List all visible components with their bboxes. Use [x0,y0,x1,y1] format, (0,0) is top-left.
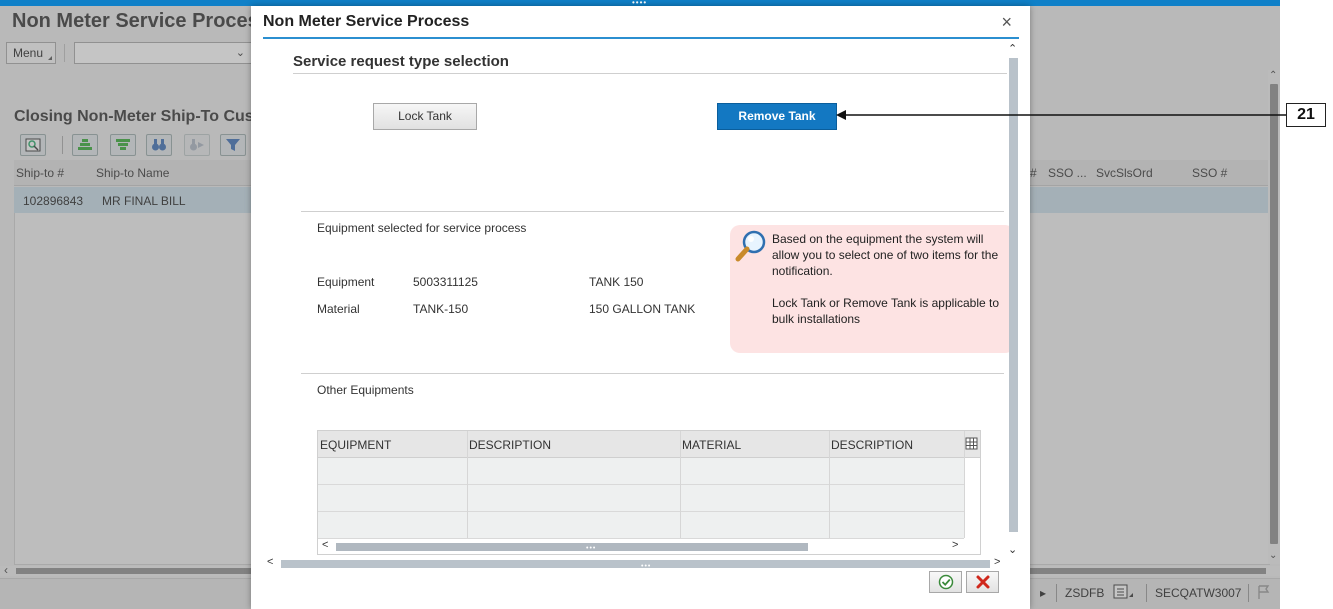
callout-arrow [836,110,1286,120]
callout-number: 21 [1286,103,1326,127]
